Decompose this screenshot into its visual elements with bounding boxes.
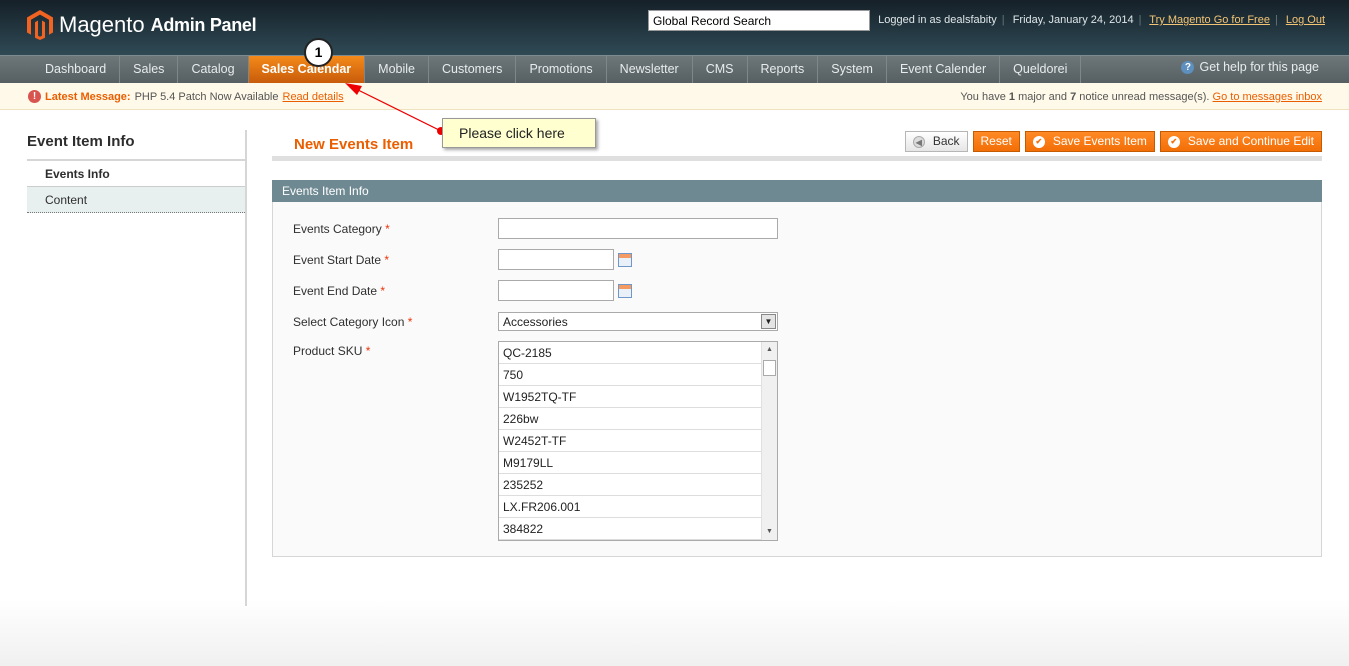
magento-logo[interactable]: Magento Admin Panel [27,10,257,40]
end-date-input[interactable] [498,280,614,301]
sku-option[interactable]: QC-2185 [499,342,761,364]
major-count: 1 [1008,91,1016,103]
latest-message-text: PHP 5.4 Patch Now Available [134,90,279,103]
nav-system[interactable]: System [818,56,887,83]
sku-option[interactable]: W1952TQ-TF [499,386,761,408]
reset-button[interactable]: Reset [972,131,1020,152]
sidebar-title: Event Item Info [27,130,245,161]
check-icon: ✔ [1032,135,1045,148]
latest-message-label: Latest Message: [45,90,131,103]
summary-suffix: notice unread message(s). [1079,91,1210,103]
end-date-label: Event End Date * [293,284,385,298]
events-category-label: Events Category * [293,222,390,236]
nav-customers[interactable]: Customers [429,56,517,83]
label-text: Event End Date [293,284,378,298]
help-icon: ? [1181,60,1195,74]
help-label: Get help for this page [1199,60,1319,74]
label-text: Event Start Date [293,253,382,267]
message-bar: ! Latest Message: PHP 5.4 Patch Now Avai… [0,83,1349,110]
save-label: Save Events Item [1052,134,1147,148]
selected-value: Accessories [503,315,568,329]
sidebar: Event Item Info Events Info Content [27,130,247,606]
reset-label: Reset [980,134,1012,148]
label-text: Select Category Icon [293,315,405,329]
logged-in-text: Logged in as dealsfabity [878,14,997,26]
main-nav: Dashboard Sales Catalog Sales Calendar M… [0,55,1349,83]
summary-mid: major and [1018,91,1067,103]
save-continue-button[interactable]: ✔ Save and Continue Edit [1159,131,1322,152]
alert-icon: ! [28,90,41,103]
brand-name: Magento [59,12,145,37]
save-continue-label: Save and Continue Edit [1187,134,1314,148]
save-button[interactable]: ✔ Save Events Item [1024,131,1155,152]
logout-link[interactable]: Log Out [1286,14,1325,26]
global-search-input[interactable] [648,10,870,31]
product-sku-label: Product SKU * [293,344,370,358]
sku-option[interactable]: 235252 [499,474,761,496]
nav-sales[interactable]: Sales [120,56,179,83]
step-badge: 1 [304,38,333,67]
nav-queldorei[interactable]: Queldorei [1000,56,1082,83]
page-title: New Events Item [294,136,414,153]
brand-sub: Admin Panel [150,14,257,35]
nav-dashboard[interactable]: Dashboard [32,56,121,83]
sku-option[interactable]: 750 [499,364,761,386]
label-text: Product SKU [293,344,363,358]
sku-option[interactable]: LX.FR206.001 [499,496,761,518]
chevron-down-icon: ▼ [761,314,776,329]
title-divider [272,156,1322,161]
nav-newsletter[interactable]: Newsletter [607,56,693,83]
user-bar: Logged in as dealsfabity | Friday, Januar… [878,14,1325,26]
sku-option[interactable]: 226bw [499,408,761,430]
start-date-input[interactable] [498,249,614,270]
date-text: Friday, January 24, 2014 [1012,14,1134,26]
nav-cms[interactable]: CMS [693,56,748,83]
nav-event-calender[interactable]: Event Calender [887,56,1001,83]
start-date-label: Event Start Date * [293,253,389,267]
required-mark: * [385,222,390,236]
tooltip: Please click here [442,118,596,148]
nav-mobile[interactable]: Mobile [365,56,429,83]
read-details-link[interactable]: Read details [283,91,344,103]
magento-logo-icon [27,10,53,40]
help-link[interactable]: ? Get help for this page [1181,60,1319,74]
summary-prefix: You have [960,91,1006,103]
back-arrow-icon: ◀ [912,135,925,148]
required-mark: * [384,253,390,267]
scroll-thumb[interactable] [763,360,776,376]
category-icon-select[interactable]: Accessories ▼ [498,312,778,331]
required-mark: * [380,284,386,298]
product-sku-multiselect[interactable]: QC-2185 750 W1952TQ-TF 226bw W2452T-TF M… [498,341,778,541]
events-item-fieldset: Events Item Info Events Category * Event… [272,180,1322,557]
check-icon: ✔ [1167,135,1180,148]
nav-catalog[interactable]: Catalog [178,56,249,83]
action-buttons: ◀ Back Reset ✔ Save Events Item ✔ Save and … [904,131,1322,152]
sku-option[interactable]: M9179LL [499,452,761,474]
calendar-icon[interactable] [618,253,632,267]
tab-content[interactable]: Content [27,187,245,213]
nav-promotions[interactable]: Promotions [516,56,607,83]
nav-reports[interactable]: Reports [748,56,819,83]
required-mark: * [365,344,371,358]
scrollbar[interactable]: ▲ ▼ [761,342,777,540]
category-icon-label: Select Category Icon * [293,315,412,329]
sku-option[interactable]: 384822 [499,518,761,540]
section-title: Events Item Info [272,180,1322,202]
tab-events-info[interactable]: Events Info [27,161,245,187]
sku-option[interactable]: W2452T-TF [499,430,761,452]
scroll-up-icon[interactable]: ▲ [762,343,777,357]
events-category-input[interactable] [498,218,778,239]
back-button[interactable]: ◀ Back [904,131,968,152]
label-text: Events Category [293,222,382,236]
back-label: Back [932,134,960,148]
scroll-down-icon[interactable]: ▼ [762,525,777,539]
required-mark: * [407,315,413,329]
notice-count: 7 [1070,91,1077,103]
calendar-icon[interactable] [618,284,632,298]
messages-inbox-link[interactable]: Go to messages inbox [1213,91,1322,103]
header: Magento Admin Panel Logged in as dealsfa… [0,0,1349,55]
try-magento-link[interactable]: Try Magento Go for Free [1149,14,1270,26]
